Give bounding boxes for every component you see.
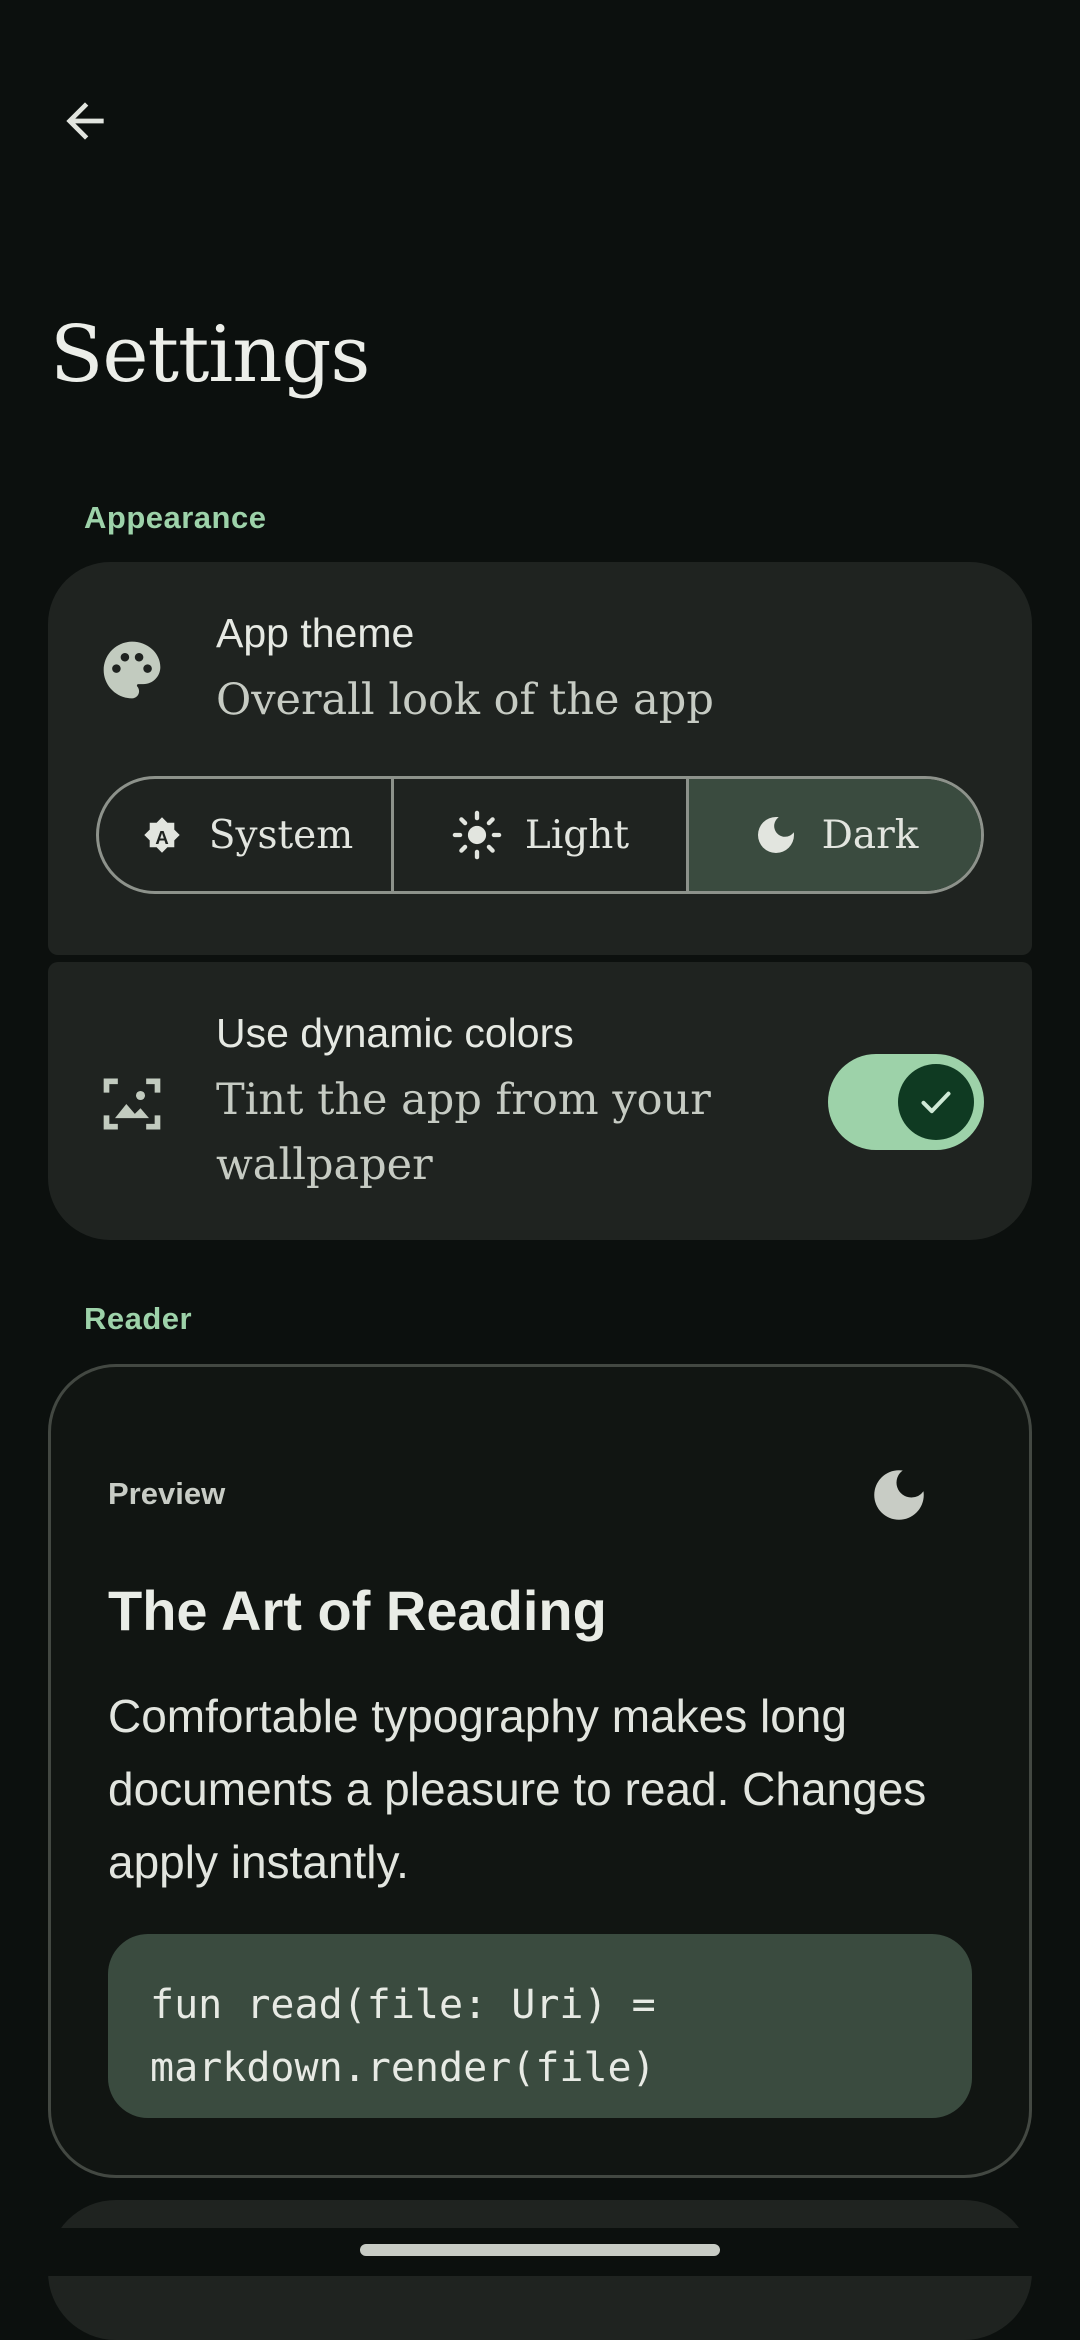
- arrow-back-icon: [66, 102, 104, 140]
- preview-label: Preview: [108, 1476, 226, 1511]
- section-header-appearance: Appearance: [84, 500, 267, 535]
- theme-option-dark[interactable]: Dark: [686, 779, 981, 891]
- app-theme-title: App theme: [216, 610, 415, 656]
- theme-option-system[interactable]: A System: [99, 779, 391, 891]
- page-title: Settings: [50, 310, 370, 400]
- dynamic-colors-subtitle: Tint the app from your: [216, 1075, 711, 1125]
- theme-option-label: Dark: [821, 812, 919, 858]
- wallpaper-icon: [103, 1078, 161, 1130]
- moon-icon: [757, 817, 794, 853]
- preview-code-block: fun read(file: Uri) = markdown.render(fi…: [108, 1934, 972, 2118]
- preview-body-line: documents a pleasure to read. Changes: [108, 1763, 927, 1815]
- app-theme-card: [48, 562, 1032, 955]
- theme-option-light[interactable]: Light: [391, 779, 686, 891]
- app-theme-subtitle: Overall look of the app: [216, 675, 714, 725]
- sun-icon: [452, 810, 502, 860]
- auto-theme-icon: A: [144, 817, 180, 853]
- dynamic-colors-title: Use dynamic colors: [216, 1010, 574, 1056]
- dynamic-colors-toggle[interactable]: [828, 1054, 984, 1150]
- theme-option-label: Light: [524, 812, 630, 858]
- theme-option-label: System: [208, 812, 354, 858]
- moon-icon: [874, 1470, 924, 1520]
- home-indicator[interactable]: [360, 2244, 720, 2256]
- dynamic-colors-subtitle-line2: wallpaper: [216, 1140, 433, 1190]
- theme-segmented-control: A System Light Dark: [96, 776, 984, 894]
- preview-body-line: Comfortable typography makes long: [108, 1690, 847, 1742]
- check-icon: [921, 1091, 951, 1114]
- code-line: markdown.render(file): [150, 2045, 656, 2091]
- back-button[interactable]: [40, 76, 130, 166]
- preview-body-line: apply instantly.: [108, 1836, 409, 1888]
- preview-body: Comfortable typography makes long docume…: [108, 1680, 988, 1899]
- palette-icon: [103, 641, 161, 699]
- section-header-reader: Reader: [84, 1301, 193, 1336]
- code-line: fun read(file: Uri) =: [150, 1982, 656, 2028]
- toggle-knob: [898, 1064, 974, 1140]
- svg-text:A: A: [155, 827, 169, 848]
- preview-heading: The Art of Reading: [108, 1579, 607, 1642]
